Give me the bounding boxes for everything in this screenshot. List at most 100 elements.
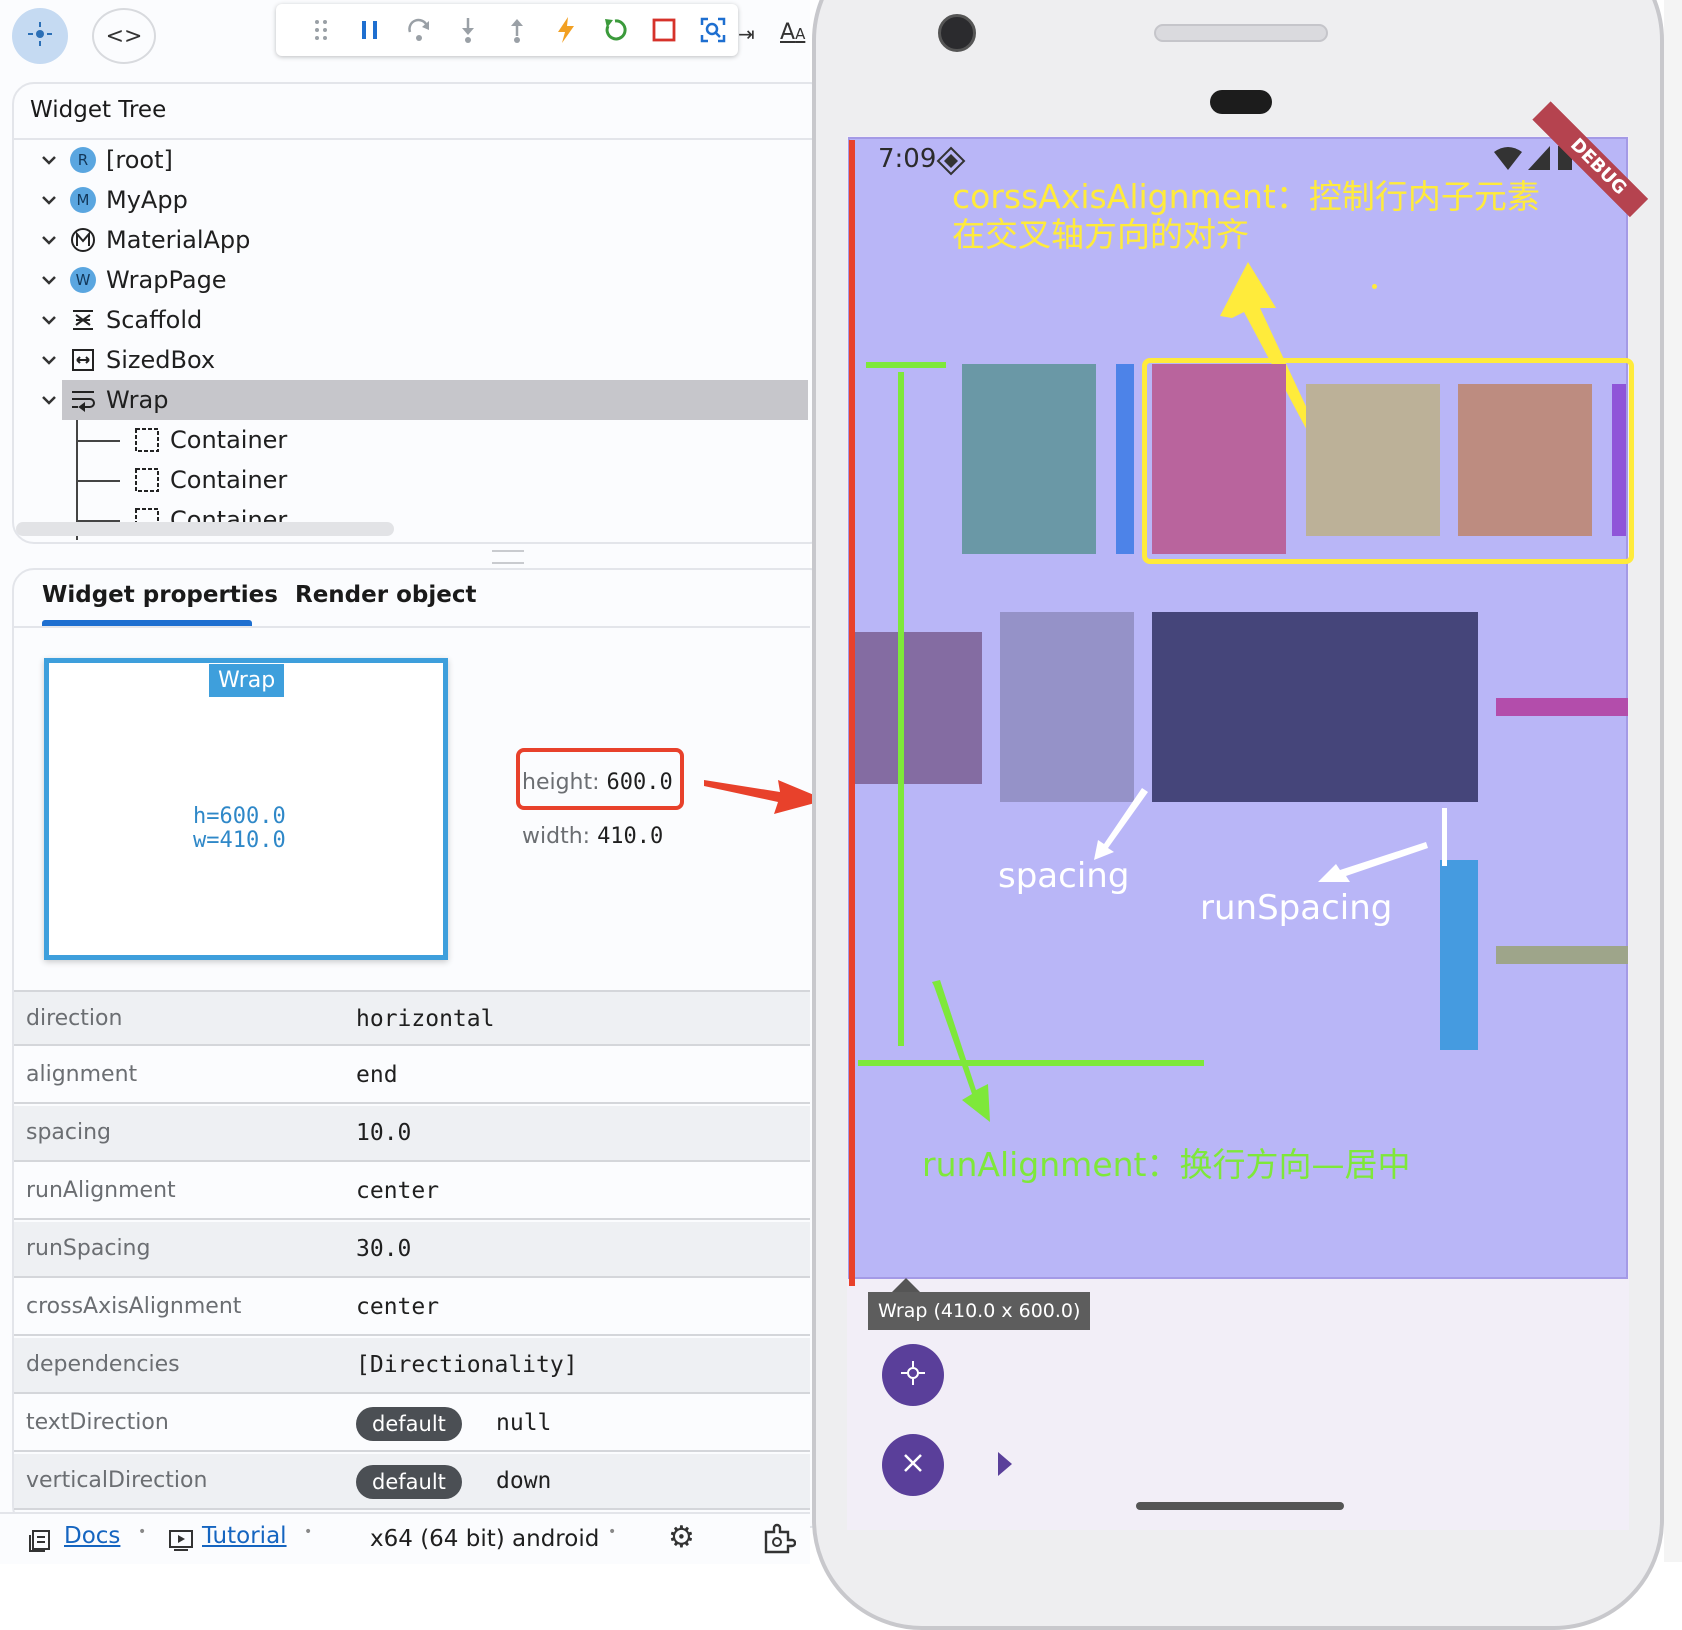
tree-node-sizedbox[interactable]: SizedBox xyxy=(38,340,215,380)
cross-axis-annotation-line1: corssAxisAlignment：控制行内子元素 xyxy=(952,177,1540,216)
cross-axis-annotation: corssAxisAlignment：控制行内子元素 在交叉轴方向的对齐 xyxy=(952,178,1592,254)
settings-icon[interactable]: ⚙ xyxy=(668,1520,695,1555)
annotation-arrow-white-runspacing xyxy=(1318,842,1428,882)
property-name: crossAxisAlignment xyxy=(26,1294,242,1319)
tree-node-myapp[interactable]: M MyApp xyxy=(38,180,188,220)
property-row[interactable]: direction horizontal xyxy=(14,990,810,1046)
tree-node-label: WrapPage xyxy=(106,266,227,294)
tree-node-label: Scaffold xyxy=(106,306,203,334)
inspect-icon[interactable] xyxy=(689,4,738,56)
chevron-down-icon[interactable] xyxy=(38,309,60,331)
camera-icon xyxy=(938,14,976,52)
step-out-icon[interactable] xyxy=(492,4,541,56)
chevron-down-icon[interactable] xyxy=(38,269,60,291)
run-alignment-bracket-vertical xyxy=(898,372,904,1046)
platform-label: x64 (64 bit) android xyxy=(370,1526,600,1552)
panel-splitter-handle[interactable] xyxy=(492,550,524,564)
property-row[interactable]: alignment end xyxy=(14,1048,810,1104)
property-row[interactable]: verticalDirection default down xyxy=(14,1454,810,1510)
show-code-button[interactable]: <> xyxy=(92,8,156,64)
tree-node-wrappage[interactable]: W WrapPage xyxy=(38,260,227,300)
status-time: 7:09 xyxy=(878,144,937,174)
tree-node-root[interactable]: R [root] xyxy=(38,140,173,180)
text-size-icon[interactable]: AA xyxy=(780,20,805,45)
property-name: textDirection xyxy=(26,1410,169,1435)
tree-connector xyxy=(76,440,120,442)
close-icon xyxy=(901,1451,925,1479)
property-value: 30.0 xyxy=(356,1236,412,1262)
speaker-grille xyxy=(1154,24,1328,42)
property-value: horizontal xyxy=(356,1006,495,1032)
inspector-select-button[interactable] xyxy=(882,1344,944,1406)
tutorial-link[interactable]: Tutorial xyxy=(202,1523,287,1549)
tutorial-icon xyxy=(168,1528,194,1558)
tree-node-scaffold[interactable]: Scaffold xyxy=(38,300,202,340)
chevron-down-icon[interactable] xyxy=(38,349,60,371)
inspector-close-button[interactable] xyxy=(882,1434,944,1496)
step-over-icon[interactable] xyxy=(394,4,443,56)
property-value: down xyxy=(496,1468,552,1494)
height-label: height: xyxy=(522,770,600,795)
property-row[interactable]: spacing 10.0 xyxy=(14,1106,810,1162)
signal-icon xyxy=(1526,144,1552,176)
footer-separator: • xyxy=(608,1524,617,1540)
width-readout: width: 410.0 xyxy=(522,824,663,849)
tab-widget-properties[interactable]: Widget properties xyxy=(42,582,278,608)
property-name: spacing xyxy=(26,1120,112,1145)
chevron-down-icon[interactable] xyxy=(38,229,60,251)
tree-node-label: Wrap xyxy=(106,386,169,414)
property-name: verticalDirection xyxy=(26,1468,208,1493)
sizedbox-icon xyxy=(72,349,94,371)
property-row[interactable]: crossAxisAlignment center xyxy=(14,1280,810,1336)
collapse-icon[interactable]: ⇥ xyxy=(738,22,755,46)
width-label: width: xyxy=(522,824,591,849)
tree-node-container[interactable]: Container xyxy=(134,420,287,460)
default-pill: default xyxy=(356,1407,462,1441)
drag-handle-icon[interactable] xyxy=(296,4,345,56)
hot-reload-icon[interactable] xyxy=(542,4,591,56)
chevron-down-icon[interactable] xyxy=(38,389,60,411)
background-window-edge xyxy=(1664,0,1682,1562)
property-row[interactable]: textDirection default null xyxy=(14,1396,810,1452)
chevron-down-icon[interactable] xyxy=(38,149,60,171)
extensions-icon[interactable] xyxy=(762,1522,797,1560)
footer-separator: • xyxy=(304,1524,313,1540)
code-icon: <> xyxy=(105,23,143,49)
hot-restart-icon[interactable] xyxy=(591,4,640,56)
devtools-footer: Docs • Tutorial • x64 (64 bit) android •… xyxy=(0,1512,810,1564)
wrap-child-block xyxy=(850,632,982,784)
property-name: dependencies xyxy=(26,1352,180,1377)
property-row[interactable]: dependencies [Directionality] xyxy=(14,1338,810,1394)
tab-render-object[interactable]: Render object xyxy=(295,582,476,608)
tree-node-wrap[interactable]: Wrap xyxy=(38,380,168,420)
tree-horizontal-scrollbar[interactable] xyxy=(16,522,394,536)
step-into-icon[interactable] xyxy=(443,4,492,56)
tree-node-container[interactable]: Container xyxy=(134,460,287,500)
chevron-down-icon[interactable] xyxy=(38,189,60,211)
spacing-annotation: spacing xyxy=(998,856,1130,896)
footer-separator: • xyxy=(138,1524,147,1540)
property-row[interactable]: runAlignment center xyxy=(14,1164,810,1220)
tooltip-pointer xyxy=(892,1278,920,1292)
sim-icon xyxy=(936,146,966,180)
active-tab-indicator xyxy=(42,620,252,626)
property-row[interactable]: runSpacing 30.0 xyxy=(14,1222,810,1278)
stop-icon[interactable] xyxy=(640,4,689,56)
docs-icon xyxy=(28,1528,52,1558)
wifi-icon xyxy=(1492,146,1524,176)
expand-arrow-icon[interactable] xyxy=(998,1452,1012,1476)
layout-box-width: w=410.0 xyxy=(193,828,286,853)
container-icon xyxy=(135,428,159,452)
property-value: 10.0 xyxy=(356,1120,412,1146)
pause-icon[interactable] xyxy=(345,4,394,56)
wrap-child-block xyxy=(1440,860,1478,1050)
docs-link[interactable]: Docs xyxy=(64,1523,120,1549)
run-alignment-annotation: runAlignment：换行方向—居中 xyxy=(922,1145,1411,1184)
tree-node-materialapp[interactable]: MaterialApp xyxy=(38,220,250,260)
wrap-child-block xyxy=(1496,698,1628,716)
select-widget-mode-button[interactable] xyxy=(12,8,68,64)
properties-tabs: Widget properties Render object xyxy=(14,570,810,628)
run-alignment-bracket-bottom xyxy=(858,1060,1204,1066)
front-sensor xyxy=(1210,90,1272,114)
height-value: 600.0 xyxy=(606,770,673,795)
